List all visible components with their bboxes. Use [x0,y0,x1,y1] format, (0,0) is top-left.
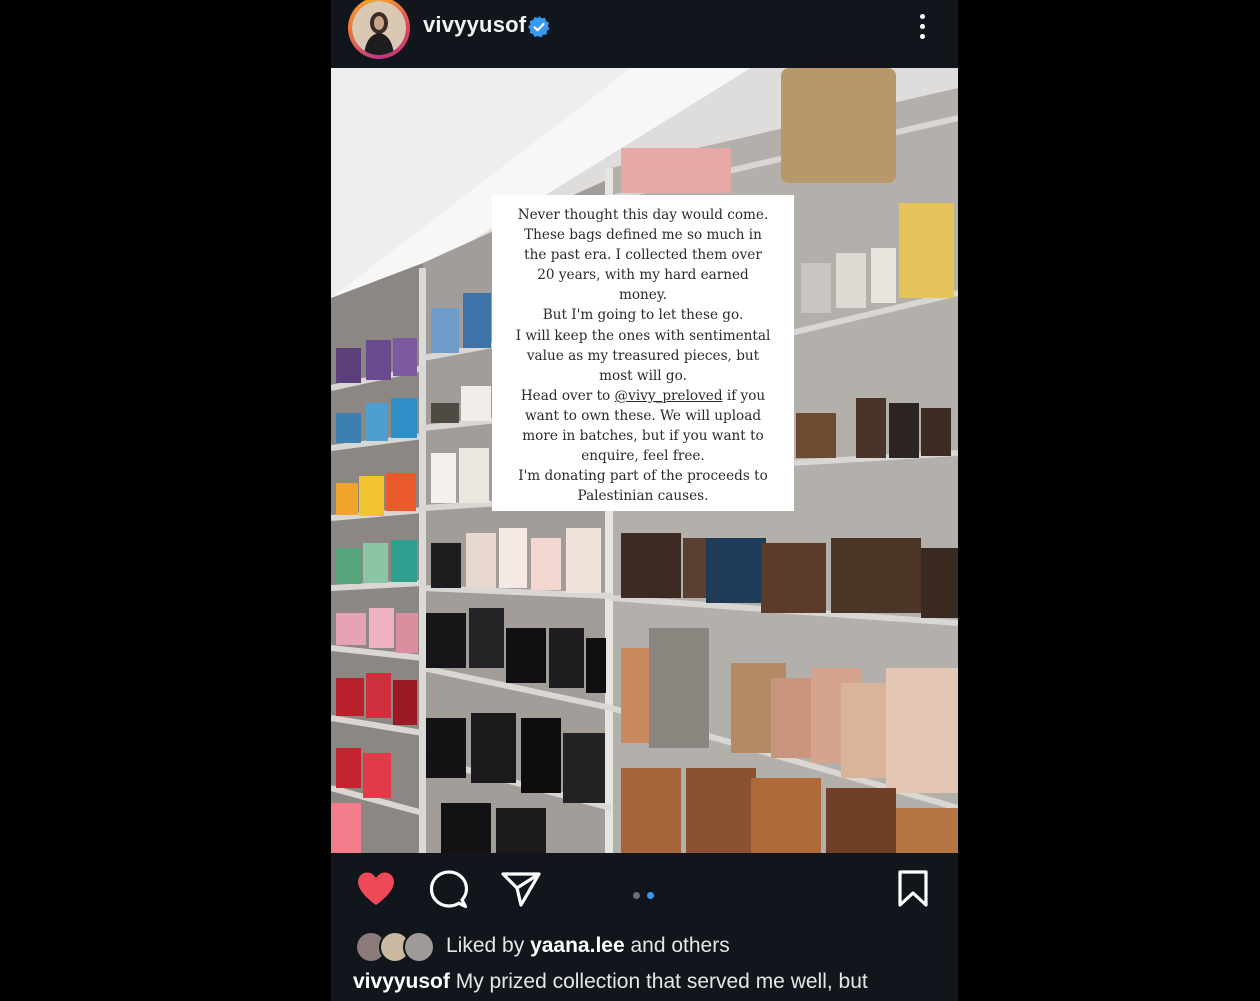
story-ring[interactable] [348,0,410,59]
more-vertical-icon [919,14,925,19]
send-icon[interactable] [501,871,541,907]
likes-suffix[interactable]: and others [625,934,729,957]
carousel-indicator [633,886,661,904]
likes-text: Liked by yaana.lee and others [446,934,730,958]
overlay-line: more in batches, but if you want to [522,428,764,445]
story-text-card: Never thought this day would come. These… [492,195,794,511]
post-image[interactable]: Never thought this day would come. These… [331,68,958,853]
avatar [403,931,435,963]
overlay-line: Palestinian causes. [577,488,709,505]
overlay-line: I will keep the ones with sentimental [515,327,771,344]
likes-prefix: Liked by [446,934,531,957]
overlay-line: the past era. I collected them over [524,247,762,264]
liker-username[interactable]: yaana.lee [530,934,625,957]
overlay-line: most will go. [599,367,687,384]
post-header: vivyyusof [331,0,958,68]
overlay-line: But I'm going to let these go. [542,307,744,324]
verified-badge-icon [528,16,550,38]
more-options-button[interactable] [914,12,930,42]
heart-filled-icon[interactable] [356,871,396,907]
overlay-text: Head over to [520,387,615,404]
overlay-line: I'm donating part of the proceeds to [518,468,768,485]
action-bar [331,853,958,925]
post-username[interactable]: vivyyusof [423,12,526,38]
bookmark-icon[interactable] [897,870,929,908]
instagram-post: vivyyusof Never thought this day would c… [331,0,958,1001]
overlay-text: if you [722,387,766,404]
caption-username[interactable]: vivyyusof [353,970,450,993]
comment-icon[interactable] [429,870,469,910]
avatar[interactable] [352,1,406,55]
liker-avatars [355,930,435,963]
overlay-line: want to own these. We will upload [524,407,762,424]
mention-link: @vivy_preloved [614,387,723,404]
more-dot [919,34,925,39]
overlay-line: money. [618,287,668,304]
overlay-line: These bags defined me so much in [524,227,762,244]
more-dot [919,24,925,29]
overlay-line: value as my treasured pieces, but [526,347,760,364]
overlay-line: enquire, feel free. [581,448,705,465]
carousel-dot [633,892,640,899]
overlay-line: 20 years, with my hard earned [537,267,749,284]
overlay-line: Never thought this day would come. [517,207,769,223]
overlay-line: Head over to @vivy_preloved if you [498,386,788,406]
caption-text: My prized collection that served me well… [449,970,868,993]
post-caption: vivyyusof My prized collection that serv… [353,970,868,994]
carousel-dot-active [647,892,654,899]
